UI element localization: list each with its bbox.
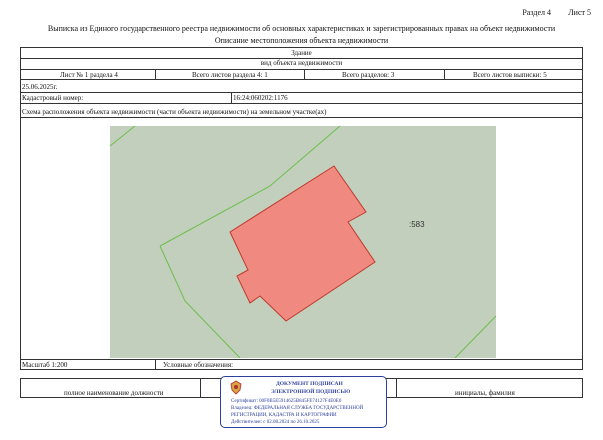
legend-label: Условные обозначения: — [163, 361, 234, 369]
stamp-line2: ЭЛЕКТРОННОЙ ПОДПИСЬЮ — [271, 389, 351, 395]
stamp-owner-line1: Владелец: ФЕДЕРАЛЬНАЯ СЛУЖБА ГОСУДАРСТВЕ… — [231, 406, 364, 411]
object-type-caption: вид объекта недвижимости — [260, 59, 343, 67]
document-title: Выписка из Единого государственного реес… — [47, 24, 556, 33]
scale-label: Масштаб 1:200 — [22, 361, 68, 369]
cadastral-map: :583 — [110, 126, 496, 358]
object-type: Здание — [291, 49, 312, 57]
name-caption: инициалы, фамилия — [455, 389, 515, 397]
position-caption: полное наименование должности — [64, 389, 164, 397]
sheet-number: Лист 5 — [568, 8, 591, 17]
document-subtitle: Описание местоположения объекта недвижим… — [214, 36, 389, 45]
parcel-label: :583 — [409, 220, 425, 229]
electronic-signature-stamp: ДОКУМЕНТ ПОДПИСАН ЭЛЕКТРОННОЙ ПОДПИСЬЮ С… — [220, 376, 387, 428]
extract-date: 25.06.2025г. — [22, 83, 58, 91]
coat-of-arms-icon — [230, 380, 242, 395]
stamp-line1: ДОКУМЕНТ ПОДПИСАН — [276, 381, 343, 387]
stamp-certificate: Сертификат: 00F0B5E5914625B845FE74127F4E… — [231, 399, 342, 404]
section-number: Раздел 4 — [522, 8, 551, 17]
cadastral-label: Кадастровый номер: — [22, 94, 84, 102]
cadastral-number: 16:24:060202:1176 — [233, 94, 288, 102]
stamp-owner-line2: РЕГИСТРАЦИИ, КАДАСТРА И КАРТОГРАФИИ — [231, 413, 337, 418]
scheme-title: Схема расположения объекта недвижимости … — [22, 108, 327, 116]
stamp-validity: Действителен: с 02.08.2024 по 26.10.2025 — [231, 420, 320, 425]
